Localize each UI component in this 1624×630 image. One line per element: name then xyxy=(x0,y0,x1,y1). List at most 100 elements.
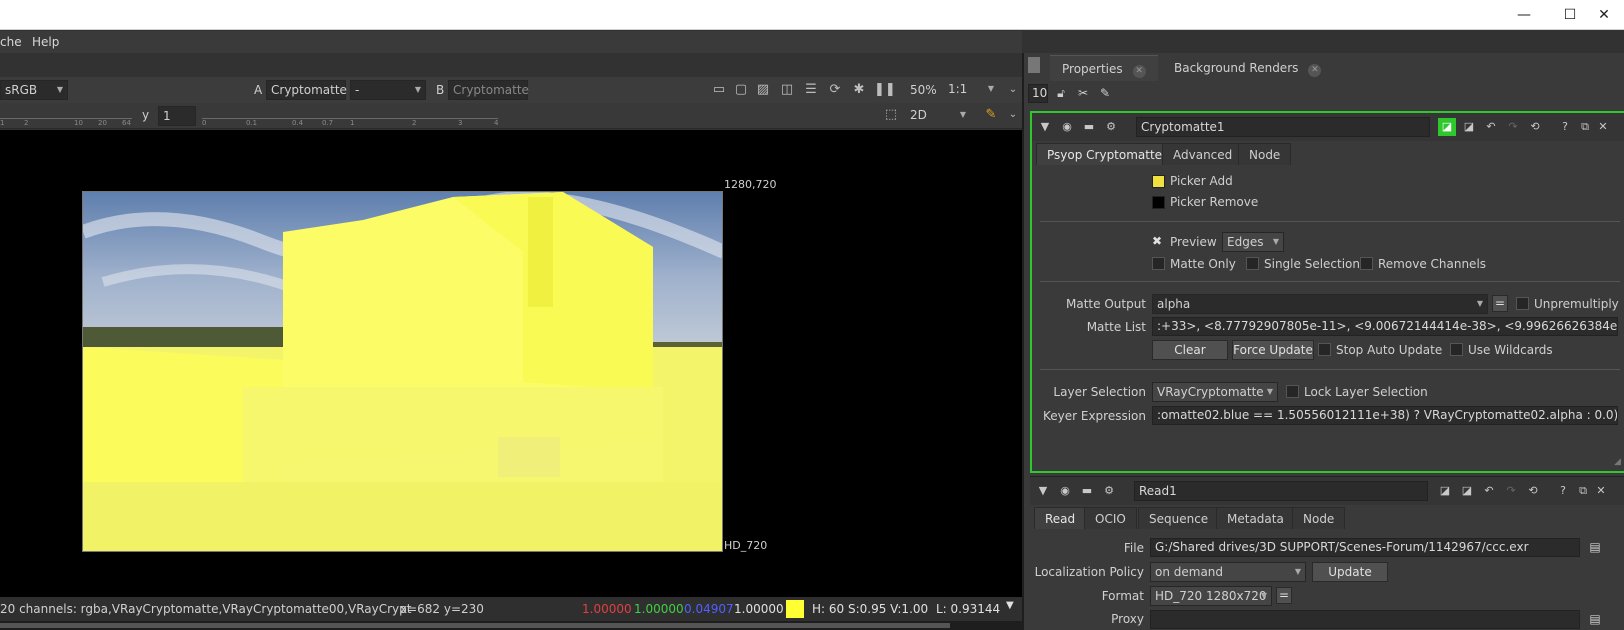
refresh-icon[interactable]: ⟳ xyxy=(826,81,844,99)
settings-icon[interactable]: ✱ xyxy=(850,81,868,99)
gl-color-icon[interactable]: ◪ xyxy=(1458,482,1476,500)
single-selection-checkbox[interactable] xyxy=(1246,257,1259,270)
collapse-icon[interactable]: ▼ xyxy=(1036,118,1054,136)
undo-icon[interactable]: ↶ xyxy=(1480,482,1498,500)
b-input-dropdown[interactable]: Cryptomatte xyxy=(448,80,529,100)
use-wildcards-checkbox[interactable] xyxy=(1450,343,1463,356)
edit-icon[interactable]: ✎ xyxy=(1096,84,1114,102)
tab-ocio[interactable]: OCIO xyxy=(1084,507,1137,529)
pause-icon[interactable]: ❚❚ xyxy=(874,81,896,99)
undo-icon[interactable]: ↶ xyxy=(1482,118,1500,136)
colorspace-dropdown[interactable]: sRGB ▼ xyxy=(0,80,68,100)
ab-operation-dropdown[interactable]: - ▼ xyxy=(350,80,426,100)
node-color-swatch-icon[interactable]: ◪ xyxy=(1438,118,1456,136)
node-settings-icon[interactable]: ⚙ xyxy=(1100,482,1118,500)
keyer-expression-input[interactable]: :omatte02.blue == 1.50556012111e+38) ? V… xyxy=(1152,406,1618,425)
zoom-value[interactable]: 50% xyxy=(910,83,937,97)
revert-icon[interactable]: ⟲ xyxy=(1524,482,1542,500)
tab-psyop-cryptomatte[interactable]: Psyop Cryptomatte xyxy=(1036,143,1174,165)
max-panels-input[interactable]: 10 xyxy=(1028,84,1048,103)
matte-list-input[interactable]: :+33>, <8.77792907805e-11>, <9.006721444… xyxy=(1152,317,1618,336)
scrollbar-thumb[interactable] xyxy=(0,623,950,628)
matte-only-checkbox[interactable] xyxy=(1152,257,1165,270)
gamma-input[interactable]: 1 xyxy=(158,106,196,126)
maximize-icon[interactable]: ☐ xyxy=(1560,6,1580,24)
viewer-canvas[interactable]: 1280,720 HD_720 xyxy=(0,130,1022,597)
menu-help[interactable]: Help xyxy=(32,35,59,49)
float-panel-icon[interactable]: ⧉ xyxy=(1576,118,1594,136)
picker-add-swatch[interactable] xyxy=(1152,175,1165,188)
a-input-dropdown[interactable]: Cryptomatte xyxy=(266,80,347,100)
wipe-icon[interactable]: ◫ xyxy=(778,81,796,99)
zebra-icon[interactable]: ▨ xyxy=(754,81,772,99)
resize-grip-icon[interactable]: ◢ xyxy=(1614,457,1621,467)
stop-auto-update-checkbox[interactable] xyxy=(1318,343,1331,356)
node-color-icon[interactable]: ▬ xyxy=(1078,482,1096,500)
force-update-button[interactable]: Force Update xyxy=(1232,340,1314,360)
node-settings-icon[interactable]: ⚙ xyxy=(1102,118,1120,136)
layer-selection-dropdown[interactable]: VRayCryptomatte ▼ xyxy=(1152,382,1278,402)
collapse-icon[interactable]: ▼ xyxy=(1034,482,1052,500)
close-panel-icon[interactable]: ✕ xyxy=(1592,482,1610,500)
folder-icon[interactable]: ▤ xyxy=(1586,538,1604,556)
tab-properties[interactable]: Properties ✕ xyxy=(1050,55,1158,81)
redo-icon[interactable]: ↷ xyxy=(1502,482,1520,500)
tab-sequence[interactable]: Sequence xyxy=(1138,507,1220,529)
close-tab-icon[interactable]: ✕ xyxy=(1308,64,1322,77)
expand-icon[interactable]: ⌄ xyxy=(1004,106,1022,124)
lock-icon[interactable]: 🔓︎ xyxy=(1052,84,1070,102)
roi-icon[interactable]: ▭ xyxy=(710,81,728,99)
unpremultiply-checkbox[interactable] xyxy=(1516,297,1529,310)
expand-icon[interactable]: ⌄ xyxy=(1004,81,1022,99)
folder-icon[interactable]: ▤ xyxy=(1586,610,1604,628)
gl-color-icon[interactable]: ◪ xyxy=(1460,118,1478,136)
close-tab-icon[interactable]: ✕ xyxy=(1132,65,1146,78)
tab-node[interactable]: Node xyxy=(1292,507,1346,529)
proxy-input[interactable] xyxy=(1150,610,1580,629)
tab-node[interactable]: Node xyxy=(1238,143,1292,165)
tab-read[interactable]: Read xyxy=(1034,507,1087,529)
node-color-swatch-icon[interactable]: ◪ xyxy=(1436,482,1454,500)
menu-cache[interactable]: che xyxy=(0,35,22,49)
format-dropdown[interactable]: HD_720 1280x720 ▼ xyxy=(1150,586,1272,606)
panel-menu-icon[interactable] xyxy=(1028,57,1040,73)
node-center-icon[interactable]: ◉ xyxy=(1058,118,1076,136)
close-icon[interactable]: ✕ xyxy=(1594,6,1614,24)
layers-icon[interactable]: ☰ xyxy=(802,81,820,99)
node-center-icon[interactable]: ◉ xyxy=(1056,482,1074,500)
close-panel-icon[interactable]: ✕ xyxy=(1594,118,1612,136)
viewer-scrollbar[interactable] xyxy=(0,621,1022,630)
preview-mode-dropdown[interactable]: Edges ▼ xyxy=(1222,232,1284,252)
node-color-icon[interactable]: ▬ xyxy=(1080,118,1098,136)
localization-policy-dropdown[interactable]: on demand ▼ xyxy=(1150,562,1306,582)
overlay-icon[interactable]: ▢ xyxy=(732,81,750,99)
preview-checkbox[interactable]: ✖ xyxy=(1152,234,1162,248)
status-menu-icon[interactable]: ▼ xyxy=(1006,600,1014,611)
tab-metadata[interactable]: Metadata xyxy=(1216,507,1295,529)
float-panel-icon[interactable]: ⧉ xyxy=(1574,482,1592,500)
file-input[interactable]: G:/Shared drives/3D SUPPORT/Scenes-Forum… xyxy=(1150,538,1580,557)
update-button[interactable]: Update xyxy=(1312,562,1388,582)
gamma-slider[interactable] xyxy=(202,109,498,119)
clear-button[interactable]: Clear xyxy=(1152,340,1228,360)
tab-background-renders[interactable]: Background Renders ✕ xyxy=(1162,55,1333,81)
help-icon[interactable]: ? xyxy=(1556,118,1574,136)
matte-output-dropdown[interactable]: alpha ▼ xyxy=(1152,294,1488,314)
lock-layer-selection-checkbox[interactable] xyxy=(1286,385,1299,398)
clear-panels-icon[interactable]: ✂ xyxy=(1074,84,1092,102)
node-name-input[interactable]: Read1 xyxy=(1134,481,1428,501)
help-icon[interactable]: ? xyxy=(1554,482,1572,500)
view-mode-dropdown[interactable]: 2D ▼ xyxy=(906,106,970,126)
ratio-dropdown[interactable]: 1:1 ▼ xyxy=(944,80,998,100)
minimize-icon[interactable]: — xyxy=(1514,6,1534,24)
node-name-input[interactable]: Cryptomatte1 xyxy=(1136,117,1430,137)
gain-slider[interactable] xyxy=(0,109,132,119)
format-eq-button[interactable]: = xyxy=(1276,587,1292,604)
viewer-image[interactable] xyxy=(82,191,723,552)
tab-advanced[interactable]: Advanced xyxy=(1162,143,1244,165)
picker-remove-swatch[interactable] xyxy=(1152,196,1165,209)
selection-icon[interactable]: ⬚ xyxy=(882,106,900,124)
matte-output-eq-button[interactable]: = xyxy=(1492,295,1508,312)
redo-icon[interactable]: ↷ xyxy=(1504,118,1522,136)
remove-channels-checkbox[interactable] xyxy=(1360,257,1373,270)
